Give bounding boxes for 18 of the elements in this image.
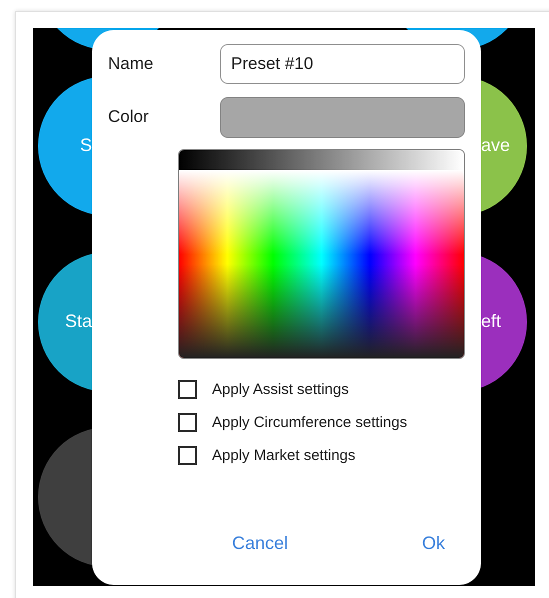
ok-button[interactable]: Ok bbox=[418, 530, 449, 556]
option-label: Apply Circumference settings bbox=[212, 414, 408, 431]
color-swatch[interactable] bbox=[220, 96, 465, 138]
button-label: S bbox=[80, 134, 92, 156]
checkbox[interactable] bbox=[178, 413, 197, 432]
name-field[interactable]: Preset #10 bbox=[220, 44, 465, 84]
button-label: eft bbox=[481, 310, 502, 332]
cancel-button[interactable]: Cancel bbox=[228, 530, 292, 556]
color-label: Color bbox=[108, 107, 150, 127]
option-label: Apply Market settings bbox=[212, 447, 356, 464]
name-label: Name bbox=[108, 54, 154, 74]
color-spectrum[interactable] bbox=[179, 170, 464, 358]
button-label: ave bbox=[481, 134, 510, 156]
brightness-bar[interactable] bbox=[179, 150, 464, 170]
option-label: Apply Assist settings bbox=[212, 381, 349, 398]
checkbox[interactable] bbox=[178, 446, 197, 465]
checkbox[interactable] bbox=[178, 380, 197, 399]
button-label: Sta bbox=[64, 310, 92, 332]
